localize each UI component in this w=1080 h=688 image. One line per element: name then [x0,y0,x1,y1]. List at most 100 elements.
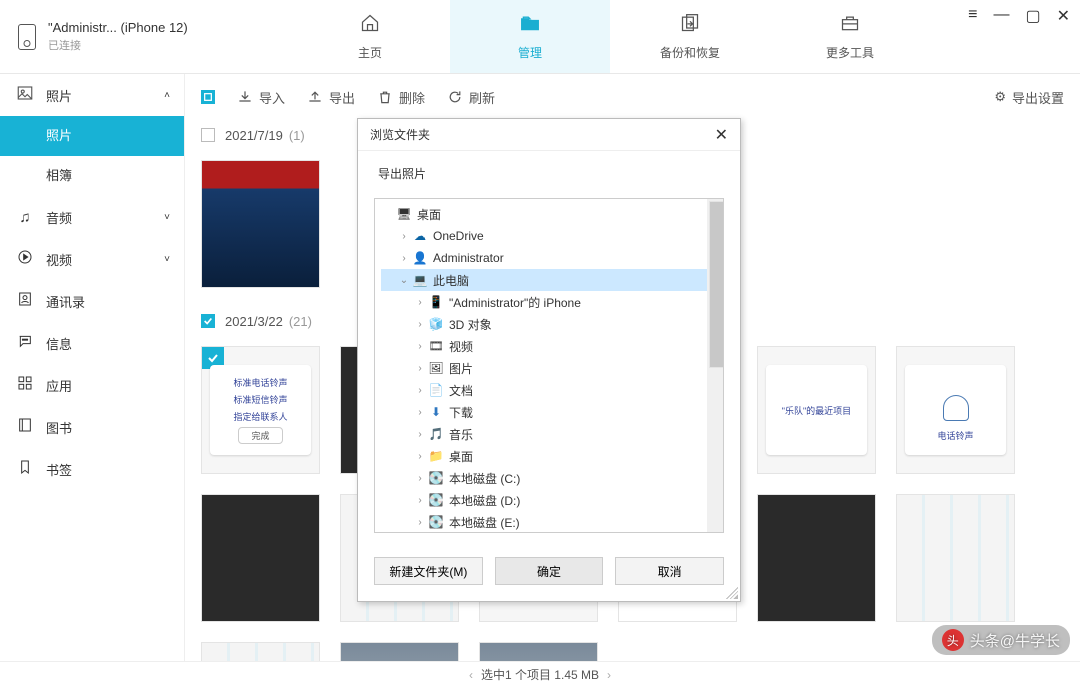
ok-button[interactable]: 确定 [495,557,604,585]
tree-node-label: 下载 [449,404,473,421]
tree-arrow-icon[interactable]: › [413,473,427,484]
export-settings-button[interactable]: ⚙ 导出设置 [994,88,1064,107]
tab-tools[interactable]: 更多工具 [770,0,930,73]
thumbnail[interactable] [896,494,1015,622]
tree-node[interactable]: ⌄💻此电脑 [381,269,717,291]
tab-label: 更多工具 [826,44,874,61]
dialog-titlebar[interactable]: 浏览文件夹 ✕ [358,119,740,151]
chevron-down-icon[interactable]: ˅ [164,254,170,265]
scrollbar[interactable] [707,199,723,532]
tree-node[interactable]: ›👤Administrator [381,247,717,269]
bookmark-icon [14,459,36,479]
chevron-right-icon[interactable]: › [607,662,611,688]
sidebar-cat-photos[interactable]: 照片 ˄ [0,74,184,116]
tree-node-label: 桌面 [417,206,441,223]
sidebar-cat-video[interactable]: 视频 ˅ [0,238,184,280]
close-window-icon[interactable]: ✕ [1057,6,1070,26]
sidebar-cat-apps[interactable]: 应用 [0,364,184,406]
sidebar-cat-audio[interactable]: ♫ 音频 ˅ [0,196,184,238]
sidebar-cat-books[interactable]: 图书 [0,406,184,448]
tree-arrow-icon[interactable]: › [413,297,427,308]
delete-button[interactable]: 删除 [377,88,425,107]
thumbnail[interactable]: "乐队"的最近项目 [757,346,876,474]
folder-type-icon: 🖥 [395,207,413,221]
tree-node[interactable]: ›🎞视频 [381,335,717,357]
tab-manage[interactable]: 管理 [450,0,610,73]
thumbnail[interactable] [201,160,320,288]
minimize-icon[interactable]: — [993,6,1009,26]
sidebar-item-albums[interactable]: 相簿 [0,156,184,196]
folder-type-icon: 📱 [427,295,445,309]
tree-node[interactable]: ›📱 "Administrator"的 iPhone [381,291,717,313]
cancel-button[interactable]: 取消 [615,557,724,585]
tree-node[interactable]: 🖥 桌面 [381,203,717,225]
thumbnail[interactable] [757,494,876,622]
tree-arrow-icon[interactable]: › [397,231,411,242]
tab-label: 备份和恢复 [660,44,720,61]
chevron-left-icon[interactable]: ‹ [469,662,473,688]
tree-node[interactable]: ›🧊3D 对象 [381,313,717,335]
folder-type-icon: 💽 [427,471,445,485]
tree-node[interactable]: ›📄文档 [381,379,717,401]
menu-icon[interactable]: ≡ [968,6,977,26]
sidebar-item-photos[interactable]: 照片 [0,116,184,156]
sidebar-cat-bookmarks[interactable]: 书签 [0,448,184,490]
thumbnail[interactable]: 标准电话铃声标准短信铃声指定给联系人完成 [201,346,320,474]
group-checkbox[interactable] [201,128,215,142]
import-button[interactable]: 导入 [237,88,285,107]
folder-type-icon: ⬇ [427,405,445,419]
chevron-up-icon[interactable]: ˄ [164,90,170,101]
device-info[interactable]: "Administr... (iPhone 12) 已连接 [0,0,290,73]
folder-type-icon: 💽 [427,493,445,507]
resize-grip[interactable] [726,587,738,599]
folder-tree[interactable]: 🖥桌面›☁OneDrive›👤Administrator⌄💻此电脑›📱"Admi… [374,198,724,533]
tree-node[interactable]: ›💽本地磁盘 (D:) [381,489,717,511]
new-folder-button[interactable]: 新建文件夹(M) [374,557,483,585]
export-button[interactable]: 导出 [307,88,355,107]
apps-icon [14,375,36,395]
sidebar-label: 书签 [46,460,72,479]
dialog-hint: 导出照片 [358,151,740,186]
thumbnail[interactable] [201,642,320,661]
tree-arrow-icon[interactable]: › [413,517,427,528]
tree-node[interactable]: ›⬇ 下载 [381,401,717,423]
group-checkbox[interactable] [201,314,215,328]
tree-arrow-icon[interactable]: › [413,451,427,462]
sidebar-label: 视频 [46,250,72,269]
tab-home[interactable]: 主页 [290,0,450,73]
tree-arrow-icon[interactable]: › [413,363,427,374]
chevron-down-icon[interactable]: ˅ [164,212,170,223]
folder-type-icon: 🖼 [427,361,445,375]
select-all-checkbox[interactable] [201,90,215,104]
tree-node[interactable]: ›☁OneDrive [381,225,717,247]
tree-node[interactable]: ›🎵音乐 [381,423,717,445]
tree-node[interactable]: ›💽本地磁盘 (E:) [381,511,717,533]
tree-node-label: "Administrator"的 iPhone [449,294,581,311]
thumbnail[interactable] [340,642,459,661]
refresh-button[interactable]: 刷新 [447,88,495,107]
tree-arrow-icon[interactable]: › [413,407,427,418]
thumbnail[interactable] [201,494,320,622]
tree-node[interactable]: ›📁桌面 [381,445,717,467]
tree-arrow-icon[interactable]: ⌄ [397,275,411,286]
tree-arrow-icon[interactable]: › [413,341,427,352]
dialog-buttons: 新建文件夹(M) 确定 取消 [358,545,740,601]
tab-backup[interactable]: 备份和恢复 [610,0,770,73]
thumbnail[interactable]: 电话铃声 [896,346,1015,474]
tree-node-label: 此电脑 [433,272,469,289]
tree-node[interactable]: ›🖼图片 [381,357,717,379]
tree-arrow-icon[interactable]: › [413,319,427,330]
sidebar-cat-contacts[interactable]: 通讯录 [0,280,184,322]
tree-arrow-icon[interactable]: › [397,253,411,264]
maximize-icon[interactable]: ▢ [1025,6,1040,26]
device-status: 已连接 [48,37,188,53]
sidebar-cat-messages[interactable]: 信息 [0,322,184,364]
scrollbar-thumb[interactable] [709,201,724,368]
tree-arrow-icon[interactable]: › [413,429,427,440]
close-icon[interactable]: ✕ [715,125,728,145]
tree-node[interactable]: ›💽本地磁盘 (C:) [381,467,717,489]
thumbnail[interactable] [479,642,598,661]
topbar: "Administr... (iPhone 12) 已连接 主页 管理 备份和恢… [0,0,1080,74]
tree-arrow-icon[interactable]: › [413,385,427,396]
tree-arrow-icon[interactable]: › [413,495,427,506]
